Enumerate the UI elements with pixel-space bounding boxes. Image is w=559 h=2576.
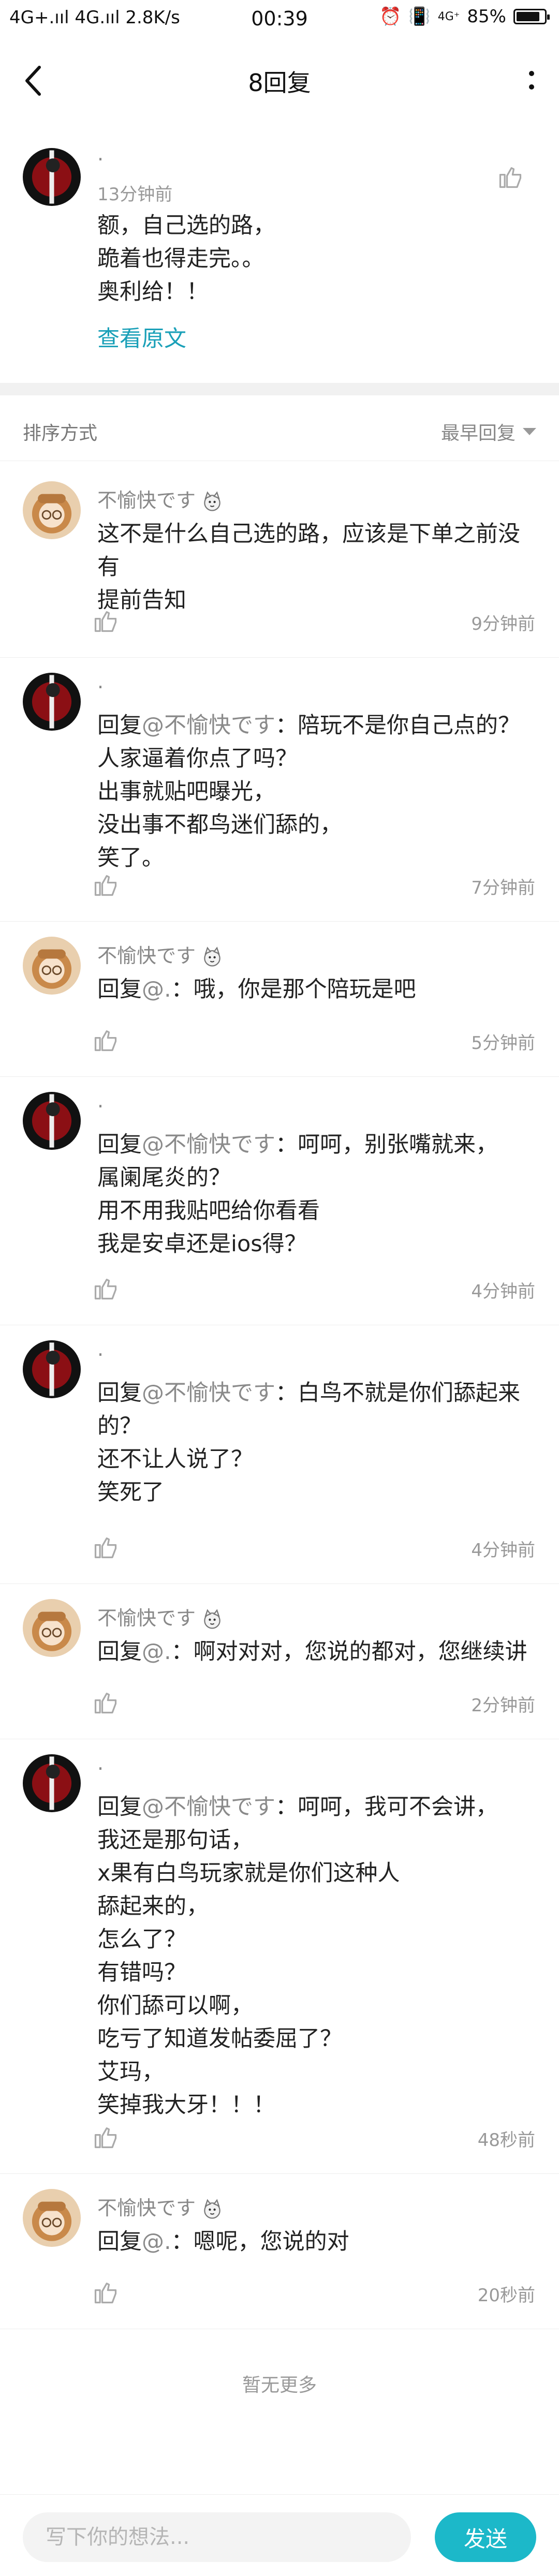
reply-item: 不愉快です这不是什么自己选的路，应该是下单之前没有 提前告知 9分钟前 [0,466,559,658]
reply-author[interactable]: · [97,1343,104,1366]
cat-badge-icon [201,2198,224,2221]
avatar[interactable] [23,1754,81,1812]
divider [0,383,559,395]
avatar[interactable] [23,1599,81,1657]
sort-label: 排序方式 [23,423,98,444]
anime-girl-avatar-icon [23,1599,81,1657]
reply-item: · 回复@不愉快です：白鸟不就是你们舔起来 的？ 还不让人说了？ 笑死了 4分钟前 [0,1325,559,1584]
reply-author[interactable]: · [97,676,104,699]
mention-link[interactable]: @. [142,1639,171,1665]
mention-link[interactable]: @不愉快です [142,1132,275,1158]
reply-item: 不愉快です回复@.：嗯呢，您说的对 20秒前 [0,2173,559,2329]
more-button[interactable] [519,62,545,98]
caret-down-icon [523,428,536,435]
like-icon[interactable] [92,1027,119,1054]
anime-girl-avatar-icon [23,481,81,539]
avatar[interactable] [23,1092,81,1150]
reply-body: 回复@不愉快です：白鸟不就是你们舔起来 的？ 还不让人说了？ 笑死了 [97,1380,520,1505]
like-icon[interactable] [92,2279,119,2306]
anime-girl-avatar-icon [23,937,81,995]
reply-item: · 回复@不愉快です：陪玩不是你自己点的？ 人家逼着你点了吗？ 出事就贴吧曝光， 没出事… [0,657,559,922]
nav-bar: 8回复 [0,41,559,119]
avatar[interactable] [23,1340,81,1398]
battery-icon [513,9,550,24]
status-bar: 4G+.ııl 4G.ııl 2.8K/s 00:39 ⏰ 📳 4G⁺ 85% [0,0,559,39]
like-icon[interactable] [92,608,119,634]
reply-author[interactable]: 不愉快です [97,1602,224,1631]
reply-body: 这不是什么自己选的路，应该是下单之前没有 提前告知 [97,521,520,613]
reply-author[interactable]: 不愉快です [97,2192,224,2221]
comment-input[interactable] [23,2512,411,2562]
reply-item: 不愉快です回复@.：哦，你是那个陪玩是吧 5分钟前 [0,921,559,1077]
avatar[interactable] [23,481,81,539]
cat-badge-icon [201,946,224,969]
reply-time: 20秒前 [477,2285,535,2306]
alarm-icon: ⏰ [379,6,402,27]
reply-author[interactable]: 不愉快です [97,940,224,969]
network-type: 4G⁺ [437,10,460,23]
reply-body: 回复@不愉快です：呵呵，我可不会讲， 我还是那句话， x果有白鸟玩家就是你们这种人舔… [97,1794,498,2118]
battery-percent: 85% [467,6,506,27]
reply-time: 9分钟前 [471,614,535,634]
reply-time: 4分钟前 [471,1540,535,1561]
reply-author[interactable]: 不愉快です [97,484,224,513]
dark-figure-avatar-icon [23,673,81,731]
mention-link[interactable]: @. [142,2229,171,2255]
post-author[interactable]: · [97,148,104,171]
main-post: · 13分钟前 额，自己选的路， 跪着也得走完。。 奥利给！！ 查看原文 [0,122,559,376]
no-more-text: 暂无更多 [242,2375,317,2396]
post-body: 额，自己选的路， 跪着也得走完。。 奥利给！！ [97,213,275,305]
reply-author[interactable]: · [97,1757,104,1780]
reply-item: 不愉快です回复@.：啊对对对，您说的都对，您继续讲 2分钟前 [0,1583,559,1739]
sort-bar: 排序方式 最早回复 [0,395,559,461]
like-icon[interactable] [92,1534,119,1561]
reply-body: 回复@不愉快です：呵呵，别张嘴就来， 属阑尾炎的？ 用不用我贴吧给你看看 我是安卓还是… [97,1132,498,1257]
sort-selected: 最早回复 [440,423,516,444]
reply-time: 2分钟前 [471,1695,535,1716]
reply-time: 48秒前 [477,2130,535,2151]
view-original-link[interactable]: 查看原文 [97,321,186,353]
mention-link[interactable]: @. [142,976,171,1002]
reply-item: · 回复@不愉快です：呵呵，别张嘴就来， 属阑尾炎的？ 用不用我贴吧给你看看 我是安卓还… [0,1076,559,1325]
like-icon[interactable] [92,2124,119,2151]
reply-body: 回复@不愉快です：陪玩不是你自己点的？ 人家逼着你点了吗？ 出事就贴吧曝光， 没出事不… [97,713,520,871]
reply-time: 4分钟前 [471,1281,535,1302]
reply-author[interactable]: · [97,1095,104,1118]
reply-body: 回复@.：哦，你是那个陪玩是吧 [97,976,416,1002]
avatar[interactable] [23,937,81,995]
avatar[interactable] [23,148,81,206]
like-icon[interactable] [92,1689,119,1716]
dark-figure-avatar-icon [23,1340,81,1398]
reply-body: 回复@.：啊对对对，您说的都对，您继续讲 [97,1639,527,1665]
reply-time: 5分钟前 [471,1033,535,1054]
more-vertical-icon [529,71,534,90]
like-icon[interactable] [92,1275,119,1302]
post-time: 13分钟前 [97,184,173,205]
like-icon[interactable] [92,871,119,898]
dark-figure-avatar-icon [23,1092,81,1150]
mention-link[interactable]: @不愉快です [142,713,275,738]
mention-link[interactable]: @不愉快です [142,1380,275,1406]
avatar[interactable] [23,673,81,731]
reply-item: · 回复@不愉快です：呵呵，我可不会讲， 我还是那句话， x果有白鸟玩家就是你们这种人… [0,1739,559,2174]
send-button[interactable]: 发送 [435,2512,536,2562]
cat-badge-icon [201,491,224,513]
dark-figure-avatar-icon [23,1754,81,1812]
like-icon[interactable] [497,164,524,190]
sort-dropdown[interactable]: 最早回复 [441,418,536,445]
mention-link[interactable]: @不愉快です [142,1794,275,1820]
page-title: 8回复 [248,69,311,97]
reply-body: 回复@.：嗯呢，您说的对 [97,2229,349,2255]
battery-fill [517,12,539,21]
vibrate-icon: 📳 [408,6,431,27]
avatar[interactable] [23,2189,81,2247]
dark-figure-avatar-icon [23,148,81,206]
reply-time: 7分钟前 [471,878,535,898]
comment-bar: 发送 [0,2494,559,2576]
cat-badge-icon [201,1608,224,1631]
anime-girl-avatar-icon [23,2189,81,2247]
